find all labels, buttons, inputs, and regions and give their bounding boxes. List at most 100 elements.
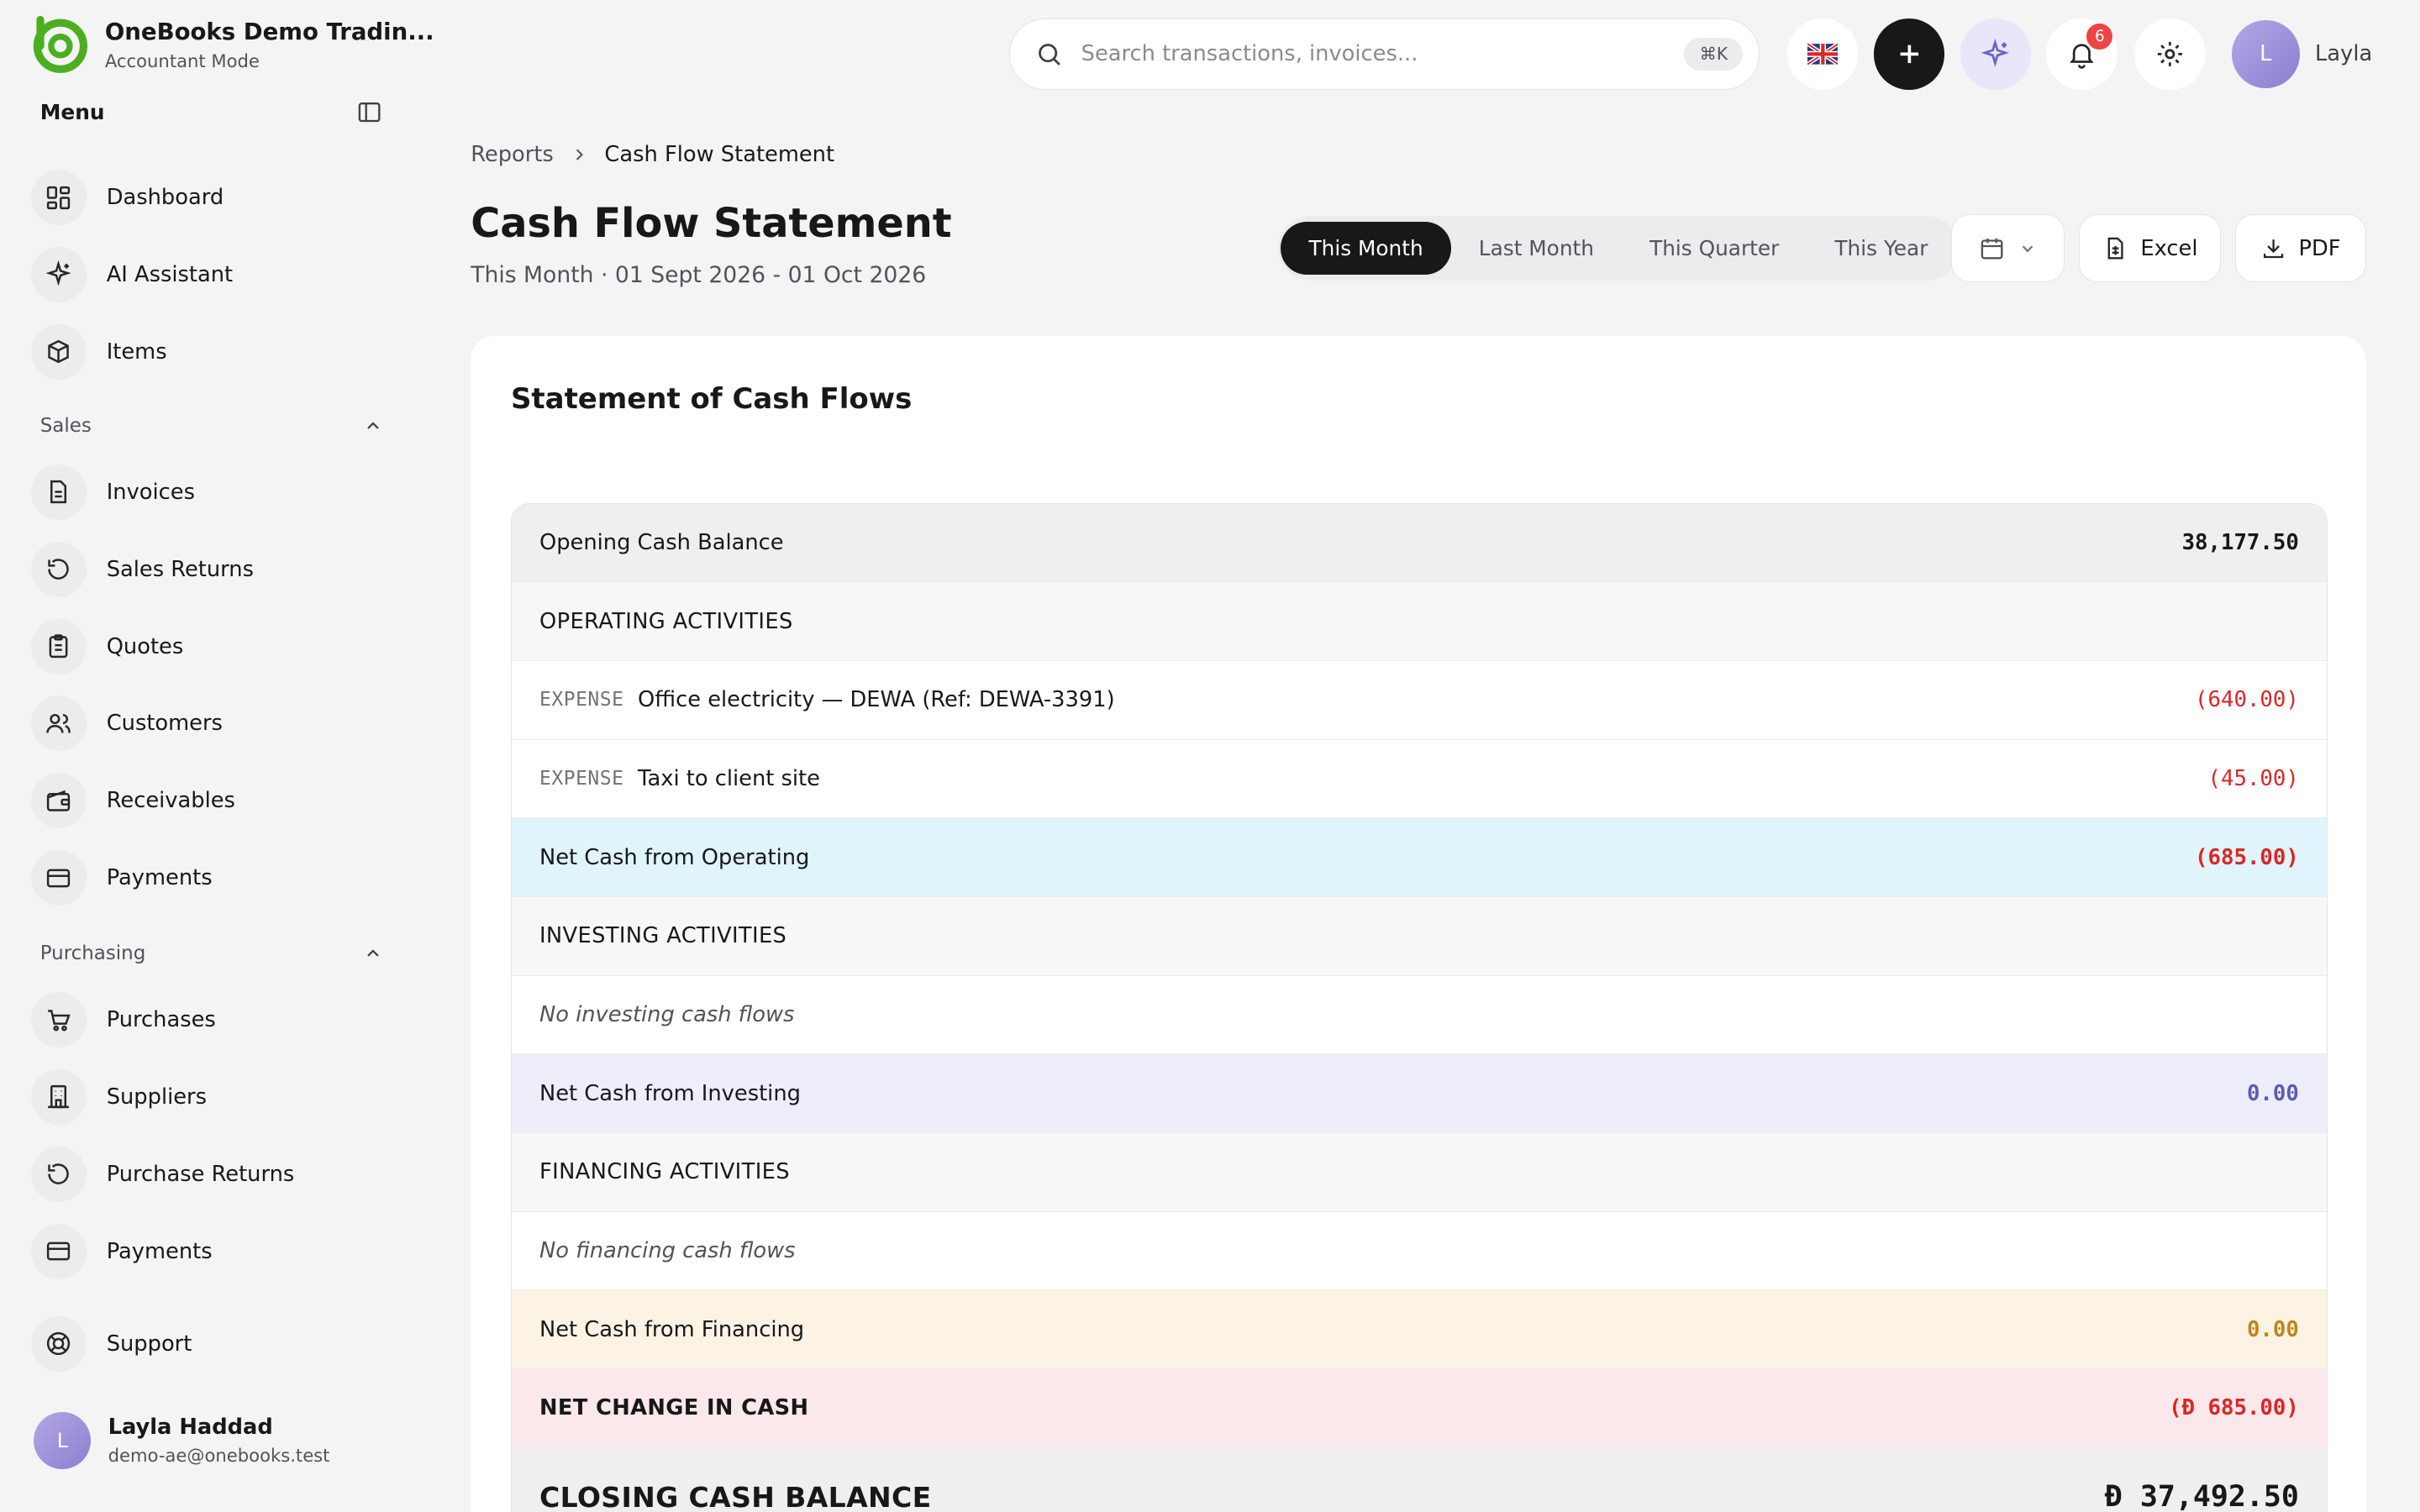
user-name: Layla Haddad — [108, 1415, 273, 1441]
wallet-icon — [30, 773, 87, 829]
sidebar-item-sales-payments[interactable]: Payments — [30, 847, 213, 908]
line-description: Office electricity — DEWA (Ref: DEWA-339… — [638, 687, 1115, 713]
sidebar-item-label: Dashboard — [106, 185, 224, 211]
building-icon — [30, 1068, 87, 1125]
tab-this-quarter[interactable]: This Quarter — [1622, 222, 1807, 274]
empty-state-text: No investing cash flows — [539, 1002, 795, 1028]
dashboard-icon — [30, 170, 87, 226]
sidebar-item-label: Suppliers — [106, 1084, 207, 1110]
section-header-label: FINANCING ACTIVITIES — [539, 1159, 790, 1185]
menu-header: Menu — [40, 99, 383, 125]
row-label: EXPENSE Taxi to client site — [539, 766, 820, 791]
sidebar-item-sales-returns[interactable]: Sales Returns — [30, 538, 254, 600]
table-row[interactable]: EXPENSE Taxi to client site (45.00) — [511, 739, 2327, 819]
period-selector: This Month Last Month This Quarter This … — [1277, 216, 1960, 281]
sidebar: OneBooks Demo Tradin... Accountant Mode … — [0, 0, 434, 1512]
empty-state-text: No financing cash flows — [539, 1237, 796, 1263]
sidebar-user-card[interactable]: L Layla Haddad demo-ae@onebooks.test — [34, 1411, 330, 1469]
sidebar-item-label: Support — [106, 1331, 192, 1357]
row-amount: Đ 37,492.50 — [2104, 1480, 2299, 1512]
breadcrumb: Reports Cash Flow Statement — [471, 142, 834, 167]
financing-empty-row: No financing cash flows — [511, 1211, 2327, 1291]
uk-flag-icon — [1807, 41, 1839, 66]
brand[interactable]: OneBooks Demo Tradin... Accountant Mode — [31, 15, 434, 74]
sidebar-item-dashboard[interactable]: Dashboard — [30, 166, 224, 228]
row-label: Net Cash from Investing — [539, 1080, 801, 1106]
sidebar-item-label: Receivables — [106, 788, 235, 814]
sidebar-item-customers[interactable]: Customers — [30, 693, 223, 754]
sidebar-item-invoices[interactable]: Invoices — [30, 461, 195, 522]
sales-section-header[interactable]: Sales — [40, 415, 383, 437]
gear-icon — [2157, 41, 2182, 66]
chevron-right-icon — [576, 149, 583, 160]
export-excel-label: Excel — [2140, 235, 2198, 261]
export-pdf-button[interactable]: PDF — [2234, 214, 2366, 283]
tab-this-year[interactable]: This Year — [1807, 222, 1955, 274]
export-excel-button[interactable]: Excel — [2079, 214, 2221, 283]
category-tag: EXPENSE — [539, 689, 624, 711]
report-title: Statement of Cash Flows — [510, 382, 913, 417]
sidebar-item-purchase-payments[interactable]: Payments — [30, 1221, 213, 1282]
row-amount: (640.00) — [2195, 687, 2299, 713]
card-icon — [30, 850, 87, 906]
row-amount: 0.00 — [2246, 1080, 2299, 1106]
user-menu[interactable]: L Layla — [2231, 19, 2372, 88]
sidebar-item-label: Quotes — [106, 633, 184, 659]
row-label: NET CHANGE IN CASH — [539, 1395, 809, 1421]
sidebar-item-label: Items — [106, 339, 167, 365]
purchasing-section-header[interactable]: Purchasing — [40, 942, 383, 964]
financing-section-header: FINANCING ACTIVITIES — [511, 1133, 2327, 1212]
avatar: L — [34, 1411, 92, 1469]
sidebar-item-quotes[interactable]: Quotes — [30, 616, 184, 677]
settings-button[interactable] — [2134, 18, 2206, 90]
sidebar-item-support[interactable]: Support — [30, 1313, 192, 1374]
table-row[interactable]: EXPENSE Office electricity — DEWA (Ref: … — [511, 661, 2327, 740]
date-range-picker[interactable] — [1950, 214, 2065, 283]
lifebuoy-icon — [30, 1315, 87, 1372]
create-new-button[interactable] — [1873, 18, 1945, 90]
file-icon — [30, 464, 87, 520]
breadcrumb-reports-link[interactable]: Reports — [471, 142, 554, 167]
avatar: L — [2231, 19, 2300, 88]
sidebar-item-label: Purchase Returns — [106, 1161, 295, 1187]
notifications-button[interactable]: 6 — [2046, 18, 2118, 90]
ai-assistant-button[interactable] — [1960, 18, 2032, 90]
export-pdf-label: PDF — [2298, 235, 2341, 261]
tab-last-month[interactable]: Last Month — [1451, 222, 1622, 274]
category-tag: EXPENSE — [539, 768, 624, 790]
language-button[interactable] — [1786, 18, 1859, 90]
app-root: OneBooks Demo Tradin... Accountant Mode … — [0, 0, 2420, 1512]
sidebar-item-label: Purchases — [106, 1007, 216, 1033]
search-input[interactable] — [1077, 39, 1685, 69]
download-icon — [2263, 239, 2283, 259]
investing-section-header: INVESTING ACTIVITIES — [511, 897, 2327, 976]
tab-this-month[interactable]: This Month — [1281, 222, 1451, 275]
users-icon — [30, 696, 87, 752]
operating-section-header: OPERATING ACTIVITIES — [511, 582, 2327, 662]
sidebar-item-suppliers[interactable]: Suppliers — [30, 1066, 207, 1127]
search-bar[interactable]: ⌘K — [1009, 18, 1760, 90]
sidebar-toggle-icon[interactable] — [356, 99, 382, 125]
user-info: Layla Haddad demo-ae@onebooks.test — [108, 1415, 330, 1466]
sidebar-item-purchases[interactable]: Purchases — [30, 989, 216, 1050]
row-amount: (45.00) — [2207, 766, 2299, 792]
sidebar-item-items[interactable]: Items — [30, 321, 167, 382]
sidebar-item-label: Payments — [106, 865, 213, 891]
sidebar-item-purchase-returns[interactable]: Purchase Returns — [30, 1143, 295, 1205]
row-amount: 38,177.50 — [2181, 530, 2299, 556]
sidebar-item-ai-assistant[interactable]: AI Assistant — [30, 244, 233, 305]
card-icon — [30, 1223, 87, 1279]
net-operating-row: Net Cash from Operating (685.00) — [511, 818, 2327, 898]
sidebar-item-label: Customers — [106, 711, 223, 737]
cart-icon — [30, 991, 87, 1048]
investing-empty-row: No investing cash flows — [511, 975, 2327, 1055]
sidebar-item-receivables[interactable]: Receivables — [30, 770, 235, 832]
closing-balance-row: CLOSING CASH BALANCE Đ 37,492.50 — [511, 1447, 2327, 1512]
search-icon — [1038, 43, 1060, 66]
row-label: Net Cash from Operating — [539, 844, 810, 870]
breadcrumb-current: Cash Flow Statement — [604, 141, 835, 167]
sparkles-icon — [30, 246, 87, 302]
cash-flow-table: Opening Cash Balance 38,177.50 OPERATING… — [510, 502, 2328, 1512]
chevron-up-icon — [366, 422, 379, 429]
clipboard-icon — [30, 618, 87, 675]
